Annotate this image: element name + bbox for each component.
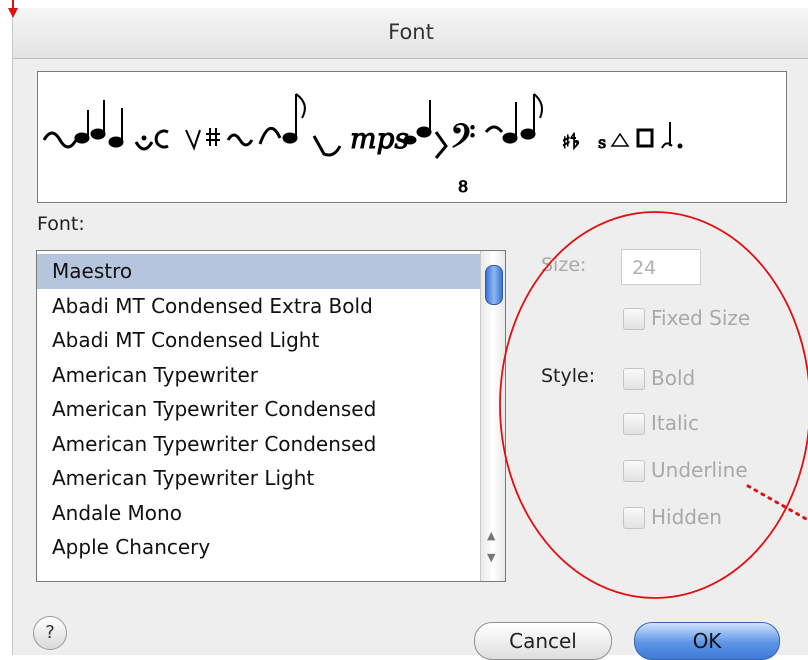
font-list-item[interactable]: Abadi MT Condensed Light [37, 323, 481, 358]
hidden-checkbox[interactable] [623, 507, 645, 529]
italic-checkbox[interactable] [623, 413, 645, 435]
title-bar[interactable]: Font [13, 8, 808, 59]
size-label: Size: [541, 254, 587, 276]
svg-text:♯𝄳: ♯𝄳 [562, 132, 579, 153]
font-dialog: Font mps 𝄢 8 ♯𝄳 s Font: Maestro Abadi MT… [12, 8, 808, 655]
preview-glyphs-icon: mps 𝄢 8 ♯𝄳 s [42, 93, 683, 197]
font-list-item[interactable]: Andale Mono [37, 496, 481, 531]
fixed-size-label: Fixed Size [651, 306, 751, 330]
svg-text:s: s [598, 133, 606, 152]
svg-text:mps: mps [350, 122, 409, 155]
svg-text:8: 8 [458, 177, 468, 196]
font-preview: mps 𝄢 8 ♯𝄳 s [37, 71, 787, 203]
italic-label: Italic [651, 411, 700, 435]
font-list[interactable]: Maestro Abadi MT Condensed Extra Bold Abad… [36, 250, 506, 582]
font-list-item[interactable]: American Typewriter Light [37, 461, 481, 496]
window-title: Font [388, 20, 434, 44]
cancel-button[interactable]: Cancel [474, 622, 612, 660]
scroll-down-arrow-icon[interactable]: ▼ [487, 551, 495, 564]
underline-checkbox[interactable] [623, 460, 645, 482]
scroll-up-arrow-icon[interactable]: ▲ [487, 529, 495, 542]
hidden-label: Hidden [651, 505, 722, 529]
font-list-item[interactable]: American Typewriter Condensed [37, 427, 481, 462]
help-button[interactable]: ? [33, 616, 67, 650]
underline-label: Underline [651, 458, 748, 482]
font-list-item[interactable]: Apple Chancery [37, 530, 481, 565]
size-field[interactable]: 24 [621, 249, 701, 285]
style-label: Style: [541, 365, 596, 387]
bold-label: Bold [651, 366, 696, 390]
font-list-scrollbar[interactable]: ▲ ▼ [480, 251, 505, 581]
ok-button[interactable]: OK [634, 622, 780, 660]
fixed-size-checkbox[interactable] [623, 308, 645, 330]
bold-checkbox[interactable] [623, 368, 645, 390]
font-list-item[interactable]: Abadi MT Condensed Extra Bold [37, 289, 481, 324]
font-list-item[interactable]: Maestro [37, 254, 481, 289]
font-list-label: Font: [37, 213, 85, 235]
scroll-thumb[interactable] [485, 265, 503, 305]
font-list-item[interactable]: American Typewriter [37, 358, 481, 393]
font-list-item[interactable]: American Typewriter Condensed [37, 392, 481, 427]
svg-text:𝄢: 𝄢 [450, 118, 476, 164]
